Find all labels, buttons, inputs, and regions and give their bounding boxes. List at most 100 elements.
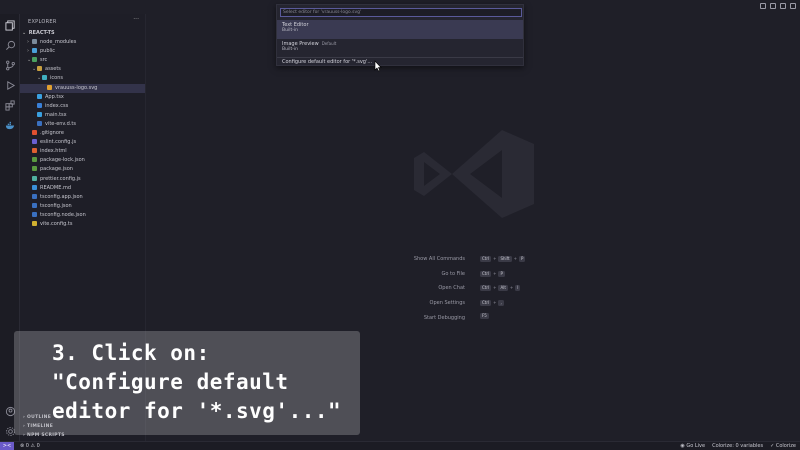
tree-item-label: tsconfig.app.json: [40, 193, 83, 200]
keycap: Alt: [498, 285, 508, 292]
caption-line-3: editor for '*.svg'...": [52, 399, 342, 423]
extensions-icon[interactable]: [3, 98, 17, 112]
colorize-toggle[interactable]: ✓ Colorize: [770, 442, 796, 450]
file-item[interactable]: main.tsx: [20, 111, 145, 120]
run-debug-icon[interactable]: [3, 78, 17, 92]
layout-controls: [760, 3, 796, 9]
shortcut-label: Open Settings: [429, 300, 465, 307]
keycap: Ctrl: [480, 300, 492, 307]
file-item[interactable]: tsconfig.json: [20, 202, 145, 211]
file-item[interactable]: vite.config.ts: [20, 220, 145, 229]
tree-item-label: App.tsx: [45, 93, 64, 100]
option-subtitle: Built-in: [282, 47, 298, 52]
keycap: I: [515, 285, 521, 292]
layout-customize-icon[interactable]: [760, 3, 766, 9]
file-type-icon: [32, 166, 37, 172]
tree-item-label: tsconfig.json: [40, 202, 72, 209]
key-separator: +: [509, 285, 514, 291]
file-type-icon: [32, 157, 37, 163]
tree-item-label: package.json: [40, 166, 73, 173]
folder-icon: [32, 39, 37, 44]
tree-item-label: prettier.config.js: [40, 175, 81, 182]
tutorial-caption: 3. Click on: "Configure default editor f…: [14, 331, 360, 435]
file-item[interactable]: tsconfig.node.json: [20, 211, 145, 220]
file-type-icon: [37, 111, 42, 117]
shortcut-keys: Ctrl + Shift + P: [480, 254, 526, 264]
toggle-secondary-sidebar-icon[interactable]: [790, 3, 796, 9]
folder-item[interactable]: ⌄ assets: [20, 65, 145, 74]
shortcut-keys: Ctrl + P: [480, 269, 505, 279]
tree-item-label: icons: [50, 75, 63, 82]
file-item[interactable]: vite-env.d.ts: [20, 120, 145, 129]
explorer-icon[interactable]: [3, 18, 17, 32]
file-type-icon: [37, 120, 42, 126]
file-item[interactable]: App.tsx: [20, 93, 145, 102]
chevron-down-icon: ⌄: [22, 30, 27, 36]
shortcut-hint: Open Chat Ctrl + Alt + I: [340, 283, 640, 293]
option-configure-default[interactable]: Configure default editor for '*.svg'...: [277, 57, 523, 66]
keycap: P: [498, 270, 505, 277]
toggle-panel-icon[interactable]: [780, 3, 786, 9]
go-live-button[interactable]: ◉ Go Live: [680, 442, 705, 450]
shortcut-keys: Ctrl + Alt + I: [480, 283, 521, 293]
key-separator: +: [493, 285, 497, 291]
tree-item-label: README.md: [40, 184, 72, 191]
file-item[interactable]: vrauuss-logo.svg: [20, 83, 145, 93]
mouse-cursor-icon: [374, 60, 382, 72]
file-item[interactable]: .gitignore: [20, 129, 145, 138]
shortcut-label: Show All Commands: [413, 256, 465, 262]
key-separator: +: [493, 270, 497, 276]
shortcut-hint: Start Debugging F5: [340, 312, 640, 323]
keycap: P: [518, 256, 526, 262]
key-separator: +: [493, 256, 497, 261]
explorer-title: EXPLORER: [28, 19, 57, 25]
tree-item-label: node_modules: [40, 39, 77, 45]
folder-item[interactable]: ⌄ src: [20, 56, 145, 65]
editor-quick-pick: Select editor for 'vrauuss-logo.svg' Tex…: [276, 4, 524, 66]
search-icon[interactable]: [3, 38, 17, 52]
problems-count[interactable]: ⊗ 0 ⚠ 0: [20, 442, 40, 450]
more-actions-icon[interactable]: ···: [133, 16, 139, 23]
tree-item-label: assets: [45, 66, 61, 73]
vscode-logo-watermark-icon: [414, 130, 534, 218]
keycap: Shift: [498, 256, 512, 262]
keycap: Ctrl: [480, 285, 492, 292]
file-item[interactable]: tsconfig.app.json: [20, 193, 145, 202]
file-item[interactable]: eslint.config.js: [20, 138, 145, 147]
source-control-icon[interactable]: [3, 58, 17, 72]
file-item[interactable]: index.css: [20, 102, 145, 111]
folder-icon: [32, 57, 37, 63]
folder-item[interactable]: › node_modules: [20, 38, 145, 47]
shortcut-label: Go to File: [441, 270, 466, 277]
file-item[interactable]: index.html: [20, 147, 145, 156]
tree-item-label: src: [40, 57, 48, 64]
shortcut-hint: Open Settings Ctrl +,: [340, 298, 640, 308]
key-separator: +: [513, 256, 517, 261]
tree-item-label: index.css: [45, 102, 69, 109]
file-type-icon: [32, 130, 37, 135]
docker-icon[interactable]: [3, 118, 17, 132]
tree-item-label: index.html: [40, 148, 67, 155]
shortcut-hint: Go to File Ctrl + P: [340, 269, 640, 279]
option-text-editor[interactable]: Text Editor Built-in: [277, 20, 523, 39]
file-item[interactable]: package.json: [20, 165, 145, 174]
quick-pick-input[interactable]: Select editor for 'vrauuss-logo.svg': [280, 8, 522, 17]
file-item[interactable]: prettier.config.js: [20, 175, 145, 184]
file-type-icon: [32, 211, 37, 217]
file-type-icon: [32, 148, 37, 154]
remote-indicator-icon[interactable]: ><: [0, 442, 14, 450]
folder-icon: [42, 75, 47, 81]
option-title: Configure default editor for '*.svg'...: [282, 59, 373, 65]
file-item[interactable]: README.md: [20, 184, 145, 193]
folder-item[interactable]: ⌄ icons: [20, 74, 145, 83]
folder-icon: [37, 66, 42, 72]
option-image-preview[interactable]: Image Preview Default Built-in: [277, 39, 523, 57]
folder-item[interactable]: › public: [20, 47, 145, 56]
file-item[interactable]: package-lock.json: [20, 156, 145, 165]
shortcut-label: Open Chat: [438, 285, 465, 292]
toggle-primary-sidebar-icon[interactable]: [770, 3, 776, 9]
colorize-variables-status[interactable]: Colorize: 0 variables: [712, 442, 763, 450]
workspace-root[interactable]: ⌄ REACT-TS: [20, 29, 145, 38]
file-type-icon: [32, 221, 37, 226]
tree-item-label: eslint.config.js: [40, 139, 77, 146]
